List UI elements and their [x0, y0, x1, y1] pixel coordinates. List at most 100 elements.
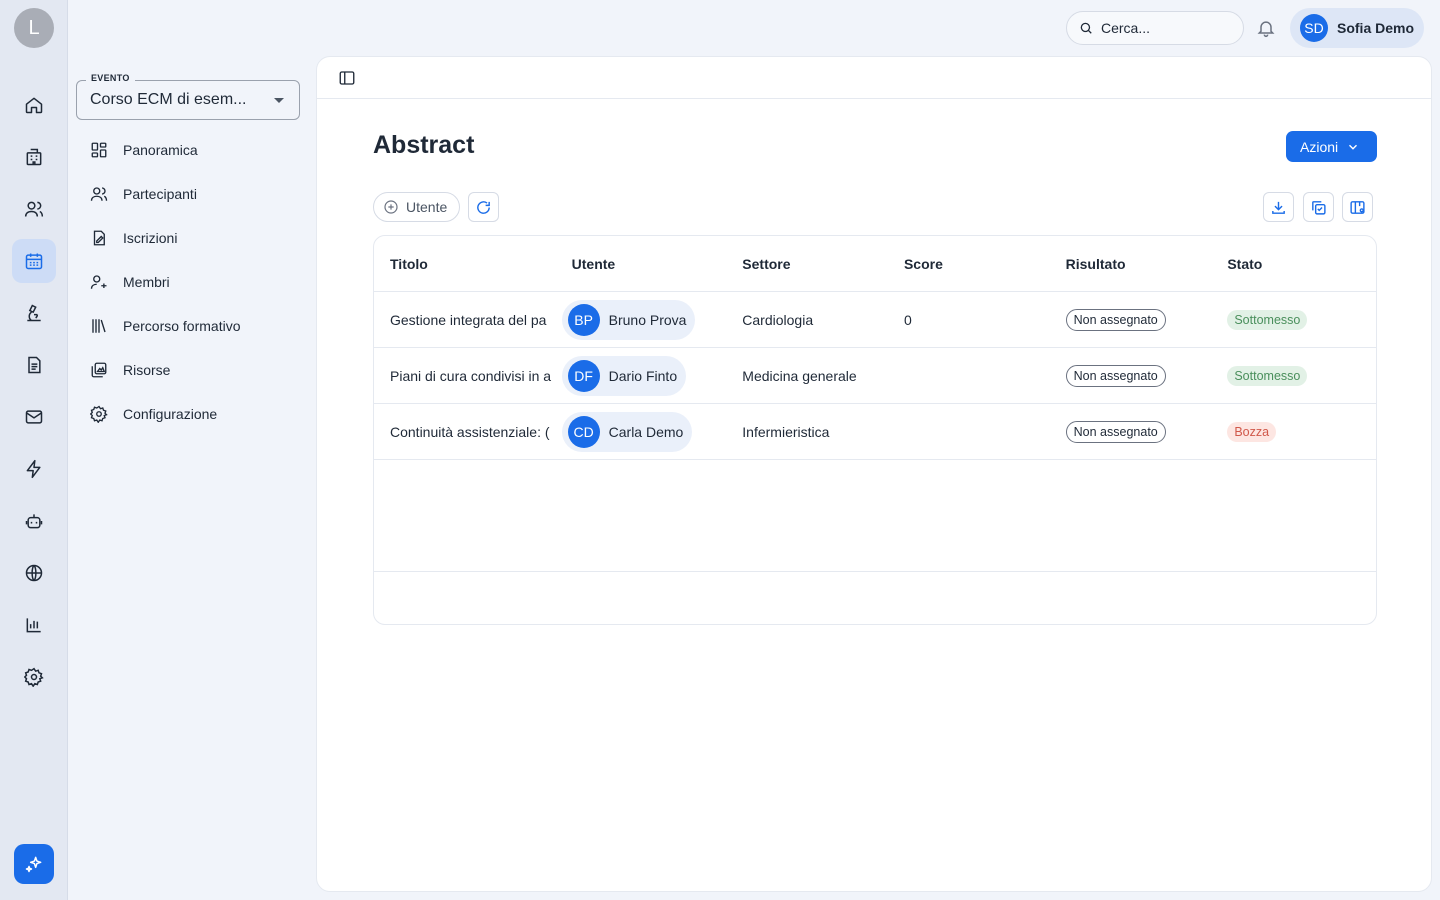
rail-document-button[interactable] — [12, 343, 56, 387]
nav-item-partecipanti[interactable]: Partecipanti — [76, 172, 300, 216]
workspace-logo[interactable]: L — [14, 8, 54, 48]
user-name: Carla Demo — [608, 423, 684, 440]
select-all-button[interactable] — [1303, 192, 1334, 222]
event-nav: Panoramica Partecipanti Iscrizioni Membr… — [76, 128, 300, 436]
user-chip[interactable]: DF Dario Finto — [561, 355, 687, 396]
caret-down-icon — [274, 98, 284, 103]
status-cell: Sottomesso — [1211, 365, 1376, 386]
table-row[interactable]: Piani di cura condivisi in a DF Dario Fi… — [374, 348, 1376, 404]
app-rail: L — [0, 0, 68, 900]
status-badge: Sottomesso — [1227, 365, 1308, 386]
bell-icon[interactable] — [1256, 18, 1276, 38]
actions-label: Azioni — [1300, 138, 1339, 155]
rail-users-button[interactable] — [12, 187, 56, 231]
main-panel: Abstract Azioni Utente Titolo Utente Set… — [316, 56, 1432, 892]
title-cell: Continuità assistenziale: ( — [390, 423, 550, 440]
panel-toolbar — [317, 57, 1431, 99]
column-header[interactable]: Utente — [556, 256, 727, 272]
download-button[interactable] — [1263, 192, 1294, 222]
nav-item-iscrizioni[interactable]: Iscrizioni — [76, 216, 300, 260]
rail-settings-button[interactable] — [12, 655, 56, 699]
nav-item-percorso-formativo[interactable]: Percorso formativo — [76, 304, 300, 348]
rail-building-button[interactable] — [12, 135, 56, 179]
copy-check-icon — [1312, 200, 1326, 215]
status-cell: Sottomesso — [1211, 309, 1376, 330]
title-cell: Piani di cura condivisi in a — [390, 367, 552, 384]
rail-mail-button[interactable] — [12, 395, 56, 439]
chevron-down-icon — [1349, 144, 1358, 150]
user-chip[interactable]: BP Bruno Prova — [561, 299, 696, 340]
ai-assistant-button[interactable] — [14, 844, 54, 884]
page-title: Abstract — [373, 131, 475, 159]
user-cell: CD Carla Demo — [556, 411, 727, 452]
participants-icon — [90, 187, 108, 201]
user-name: Bruno Prova — [608, 311, 687, 328]
avatar: CD — [567, 415, 600, 448]
actions-button[interactable]: Azioni — [1286, 131, 1377, 162]
nav-item-label: Partecipanti — [123, 186, 197, 202]
download-icon — [1272, 201, 1285, 214]
event-select-legend: EVENTO — [86, 73, 135, 83]
user-name: Sofia Demo — [1337, 20, 1415, 36]
refresh-button[interactable] — [468, 192, 499, 222]
avatar: SD — [1300, 14, 1328, 42]
dashboard-icon — [91, 142, 107, 158]
event-select[interactable]: EVENTO Corso ECM di esem... — [76, 73, 300, 120]
title-cell: Gestione integrata del pa — [390, 311, 547, 328]
sidebar-toggle-icon[interactable] — [338, 69, 356, 87]
microscope-icon — [27, 304, 41, 322]
nav-item-risorse[interactable]: Risorse — [76, 348, 300, 392]
document-icon — [28, 356, 41, 374]
result-cell: Non assegnato — [1050, 420, 1212, 443]
global-search[interactable] — [1066, 11, 1244, 45]
rail-home-button[interactable] — [12, 83, 56, 127]
nav-item-label: Iscrizioni — [123, 230, 178, 246]
rail-globe-button[interactable] — [12, 551, 56, 595]
resources-icon — [91, 362, 107, 378]
sector-cell: Infermieristica — [742, 423, 830, 440]
status-cell: Bozza — [1211, 421, 1376, 442]
column-header[interactable]: Settore — [726, 256, 888, 272]
nav-item-panoramica[interactable]: Panoramica — [76, 128, 300, 172]
globe-icon — [25, 564, 43, 582]
mail-icon — [25, 410, 43, 424]
nav-item-label: Membri — [123, 274, 170, 290]
column-header[interactable]: Titolo — [374, 256, 556, 272]
user-menu[interactable]: SD Sofia Demo — [1290, 8, 1424, 48]
nav-item-label: Panoramica — [123, 142, 198, 158]
column-header[interactable]: Stato — [1211, 256, 1376, 272]
score-cell: 0 — [903, 311, 912, 328]
rail-calendar-button[interactable] — [12, 239, 56, 283]
robot-icon — [25, 514, 43, 529]
result-cell: Non assegnato — [1050, 308, 1212, 331]
user-chip[interactable]: CD Carla Demo — [561, 411, 693, 452]
rail-robot-button[interactable] — [12, 499, 56, 543]
column-header[interactable]: Risultato — [1050, 256, 1212, 272]
columns-button[interactable] — [1342, 192, 1373, 222]
table-row[interactable]: Gestione integrata del pa BP Bruno Prova… — [374, 292, 1376, 348]
registration-icon — [93, 230, 105, 246]
add-user-label: Utente — [406, 199, 448, 215]
result-badge: Non assegnato — [1065, 308, 1166, 331]
search-input[interactable] — [1101, 20, 1221, 36]
result-badge: Non assegnato — [1065, 420, 1166, 443]
table-row[interactable]: Continuità assistenziale: ( CD Carla Dem… — [374, 404, 1376, 460]
nav-item-label: Risorse — [123, 362, 171, 378]
sector-cell: Medicina generale — [742, 367, 857, 384]
library-icon — [92, 319, 106, 333]
rail-microscope-button[interactable] — [12, 291, 56, 335]
rail-lightning-button[interactable] — [12, 447, 56, 491]
user-cell: BP Bruno Prova — [556, 299, 727, 340]
abstract-table: Titolo Utente Settore Score Risultato St… — [373, 235, 1377, 625]
status-badge: Bozza — [1227, 421, 1277, 442]
sparkles-icon — [25, 856, 42, 873]
column-header[interactable]: Score — [888, 256, 1050, 272]
status-badge: Sottomesso — [1227, 309, 1308, 330]
add-user-button[interactable]: Utente — [373, 192, 460, 222]
event-select-value: Corso ECM di esem... — [90, 91, 247, 108]
plus-circle-icon — [384, 200, 398, 214]
nav-item-membri[interactable]: Membri — [76, 260, 300, 304]
rail-chart-button[interactable] — [12, 603, 56, 647]
nav-item-configurazione[interactable]: Configurazione — [76, 392, 300, 436]
sector-cell: Cardiologia — [742, 311, 814, 328]
